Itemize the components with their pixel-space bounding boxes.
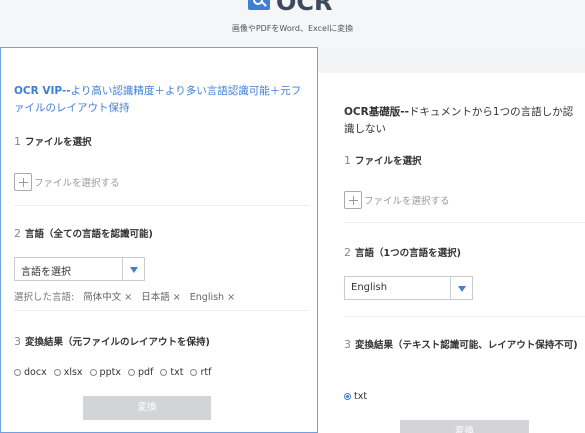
- radio-selected-icon: [344, 393, 351, 400]
- step-label: ファイルを選択: [25, 137, 92, 148]
- step-label: 変換結果（元ファイルのレイアウトを保持): [25, 337, 210, 348]
- chevron-down-icon: [122, 258, 144, 280]
- format-label: pptx: [99, 367, 121, 378]
- selected-languages: 選択した言語: 简体中文 × 日本語 × English ×: [14, 289, 235, 303]
- basic-step1-heading: 1 ファイルを選択: [344, 153, 422, 167]
- format-label: txt: [170, 367, 184, 378]
- format-option-pdf[interactable]: pdf: [127, 367, 154, 378]
- step-number: 2: [14, 227, 21, 240]
- vip-step3-heading: 3 変換結果（元ファイルのレイアウトを保持): [14, 334, 210, 348]
- divider: [344, 222, 585, 223]
- format-option-docx[interactable]: docx: [14, 367, 47, 378]
- divider: [14, 310, 309, 311]
- radio-icon: [89, 369, 97, 376]
- file-select-label: ファイルを選択する: [34, 178, 120, 189]
- vip-step1-heading: 1 ファイルを選択: [14, 134, 92, 148]
- vip-intro-title: OCR VIP--: [14, 85, 71, 97]
- divider: [14, 205, 309, 206]
- format-label: xlsx: [63, 367, 83, 378]
- vip-format-options: docx xlsx pptx pdf txt rtf: [14, 367, 218, 378]
- vip-intro: OCR VIP--より高い認識精度＋より多い言語認識可能＋元ファイルのレイアウト…: [14, 83, 304, 117]
- format-label: pdf: [137, 367, 154, 378]
- logo-text: OCR: [276, 0, 333, 16]
- page-subtitle: 画像やPDFをWord、Excelに変換: [231, 24, 354, 33]
- radio-icon: [160, 369, 168, 376]
- step-number: 3: [14, 335, 21, 348]
- format-label: txt: [354, 391, 368, 402]
- step-number: 1: [14, 135, 21, 148]
- header: OCR 画像やPDFをWord、Excelに変換: [0, 0, 585, 50]
- basic-panel: OCR基礎版--ドキュメントから1つの言語しか認識しない 1 ファイルを選択 ファ…: [318, 73, 585, 433]
- format-option-xlsx[interactable]: xlsx: [53, 367, 83, 378]
- language-tag[interactable]: 简体中文 ×: [83, 292, 132, 303]
- language-tag[interactable]: 日本語 ×: [141, 292, 180, 303]
- basic-file-select[interactable]: ファイルを選択する: [344, 191, 450, 209]
- vip-file-select[interactable]: ファイルを選択する: [14, 173, 120, 191]
- radio-icon: [53, 369, 61, 376]
- basic-convert-button[interactable]: 変換: [400, 420, 529, 433]
- language-select-value: English: [351, 282, 388, 293]
- basic-step2-heading: 2 言語（1つの言語を選択): [344, 245, 461, 259]
- vip-step2-heading: 2 言語（全ての言語を認識可能): [14, 226, 153, 240]
- basic-step3-heading: 3 変換結果（テキスト認識可能、レイアウト保持不可): [344, 335, 582, 355]
- step-label: 言語（全ての言語を認識可能): [25, 229, 153, 240]
- step-number: 2: [344, 246, 351, 259]
- format-option-pptx[interactable]: pptx: [89, 367, 121, 378]
- radio-icon: [127, 369, 135, 376]
- plus-icon: [344, 191, 362, 209]
- basic-format-options: txt: [344, 391, 374, 402]
- step-label: 言語（1つの言語を選択): [355, 248, 461, 259]
- top-strip: [318, 50, 585, 73]
- basic-intro: OCR基礎版--ドキュメントから1つの言語しか認識しない: [344, 104, 582, 138]
- step-label: ファイルを選択: [355, 156, 422, 167]
- radio-icon: [190, 369, 198, 376]
- format-option-txt[interactable]: txt: [160, 367, 183, 378]
- step-number: 3: [344, 338, 351, 351]
- step-label: 変換結果（テキスト認識可能、レイアウト保持不可): [355, 340, 578, 351]
- format-option-rtf[interactable]: rtf: [190, 367, 211, 378]
- format-label: docx: [24, 367, 47, 378]
- basic-language-select[interactable]: English: [344, 276, 473, 300]
- plus-icon: [14, 173, 32, 191]
- radio-icon: [14, 369, 21, 376]
- file-select-label: ファイルを選択する: [364, 196, 450, 207]
- ocr-logo-icon: [248, 0, 270, 10]
- vip-convert-button[interactable]: 変換: [83, 396, 211, 420]
- format-option-txt[interactable]: txt: [344, 391, 367, 402]
- vip-panel: OCR VIP--より高い認識精度＋より多い言語認識可能＋元ファイルのレイアウト…: [0, 47, 318, 433]
- language-select-value: 言語を選択: [21, 267, 71, 278]
- selected-languages-label: 選択した言語:: [14, 292, 75, 303]
- format-label: rtf: [200, 367, 212, 378]
- basic-intro-title: OCR基礎版--: [344, 106, 409, 118]
- chevron-down-icon: [450, 277, 472, 299]
- divider: [344, 316, 585, 317]
- language-tag[interactable]: English ×: [190, 292, 235, 303]
- vip-language-select[interactable]: 言語を選択: [14, 257, 145, 281]
- step-number: 1: [344, 154, 351, 167]
